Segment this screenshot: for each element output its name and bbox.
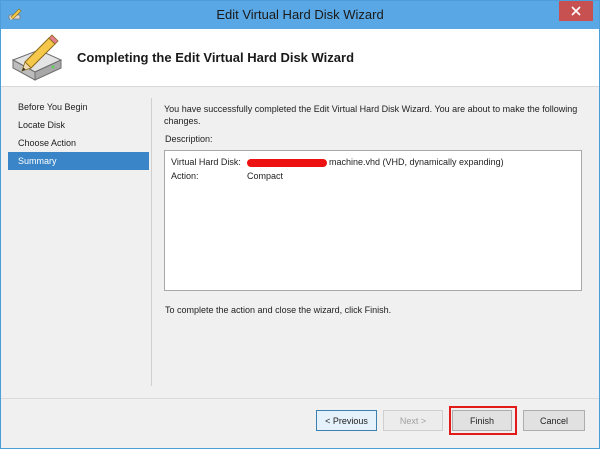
- summary-intro-text: You have successfully completed the Edit…: [164, 104, 578, 126]
- finish-button[interactable]: Finish: [452, 410, 512, 431]
- close-icon: [571, 6, 581, 16]
- description-label: Description:: [165, 134, 213, 144]
- description-box[interactable]: Virtual Hard Disk: machine.vhd (VHD, dyn…: [164, 150, 582, 291]
- title-bar[interactable]: Edit Virtual Hard Disk Wizard: [1, 1, 599, 29]
- description-key: Action:: [171, 171, 199, 181]
- description-value: machine.vhd (VHD, dynamically expanding): [247, 157, 504, 167]
- page-title: Completing the Edit Virtual Hard Disk Wi…: [77, 50, 355, 65]
- window-title: Edit Virtual Hard Disk Wizard: [216, 7, 384, 22]
- footer-divider: [1, 398, 599, 399]
- description-value: Compact: [247, 171, 284, 181]
- wizard-header: Completing the Edit Virtual Hard Disk Wi…: [1, 29, 599, 87]
- description-key: Virtual Hard Disk:: [171, 157, 241, 167]
- wizard-window: Edit Virtual Hard Disk Wizard Completing…: [0, 0, 600, 449]
- nav-divider: [151, 98, 152, 386]
- cancel-button[interactable]: Cancel: [523, 410, 585, 431]
- wizard-steps-nav: Before You Begin Locate Disk Choose Acti…: [8, 98, 149, 170]
- previous-button[interactable]: < Previous: [316, 410, 377, 431]
- disk-file-name: machine.vhd (VHD, dynamically expanding): [329, 157, 504, 167]
- nav-item-choose-action[interactable]: Choose Action: [8, 134, 149, 152]
- nav-item-before-you-begin[interactable]: Before You Begin: [8, 98, 149, 116]
- edit-disk-icon: [9, 34, 65, 82]
- nav-item-locate-disk[interactable]: Locate Disk: [8, 116, 149, 134]
- next-button[interactable]: Next >: [383, 410, 443, 431]
- redaction-mark: [247, 158, 327, 167]
- close-button[interactable]: [559, 1, 593, 21]
- nav-item-summary[interactable]: Summary: [8, 152, 149, 170]
- complete-instruction-text: To complete the action and close the wiz…: [165, 305, 392, 315]
